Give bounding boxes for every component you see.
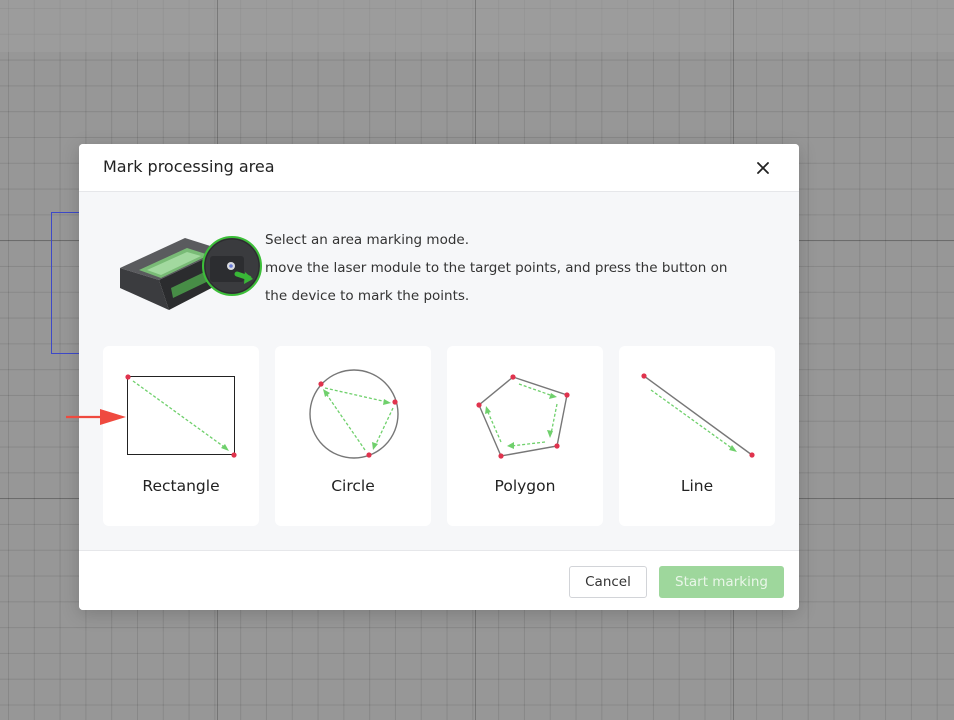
workspace-top-strip	[0, 0, 954, 52]
dialog-header: Mark processing area	[79, 144, 799, 192]
dialog-footer: Cancel Start marking	[79, 550, 799, 610]
close-button[interactable]	[751, 156, 775, 180]
mode-card-polygon[interactable]: Polygon	[447, 346, 603, 526]
start-marking-button[interactable]: Start marking	[659, 566, 784, 598]
circle-icon	[309, 369, 399, 459]
mode-label: Polygon	[494, 477, 556, 495]
instruction-line: the device to mark the points.	[265, 288, 470, 304]
mode-label: Circle	[331, 477, 375, 495]
instruction-line: Select an area marking mode.	[265, 232, 469, 248]
mode-label: Line	[680, 477, 714, 495]
mode-options: Rectangle Circle Polygon Line	[103, 346, 775, 526]
dialog-title: Mark processing area	[103, 157, 275, 176]
instructions-text: Select an area marking mode. move the la…	[265, 226, 775, 310]
mode-card-line[interactable]: Line	[619, 346, 775, 526]
rectangle-icon	[125, 374, 237, 458]
mark-area-dialog: Mark processing area Select an area mark…	[79, 144, 799, 610]
laser-module-icon	[120, 236, 262, 310]
mode-card-rectangle[interactable]: Rectangle	[103, 346, 259, 526]
mode-label: Rectangle	[142, 477, 220, 495]
cancel-button[interactable]: Cancel	[569, 566, 647, 598]
instruction-line: move the laser module to the target poin…	[265, 260, 728, 276]
laser-module-illustration	[117, 228, 267, 318]
red-arrow-icon	[66, 409, 126, 425]
line-icon	[641, 373, 755, 458]
close-icon	[757, 162, 769, 174]
polygon-icon	[476, 374, 570, 459]
mode-card-circle[interactable]: Circle	[275, 346, 431, 526]
